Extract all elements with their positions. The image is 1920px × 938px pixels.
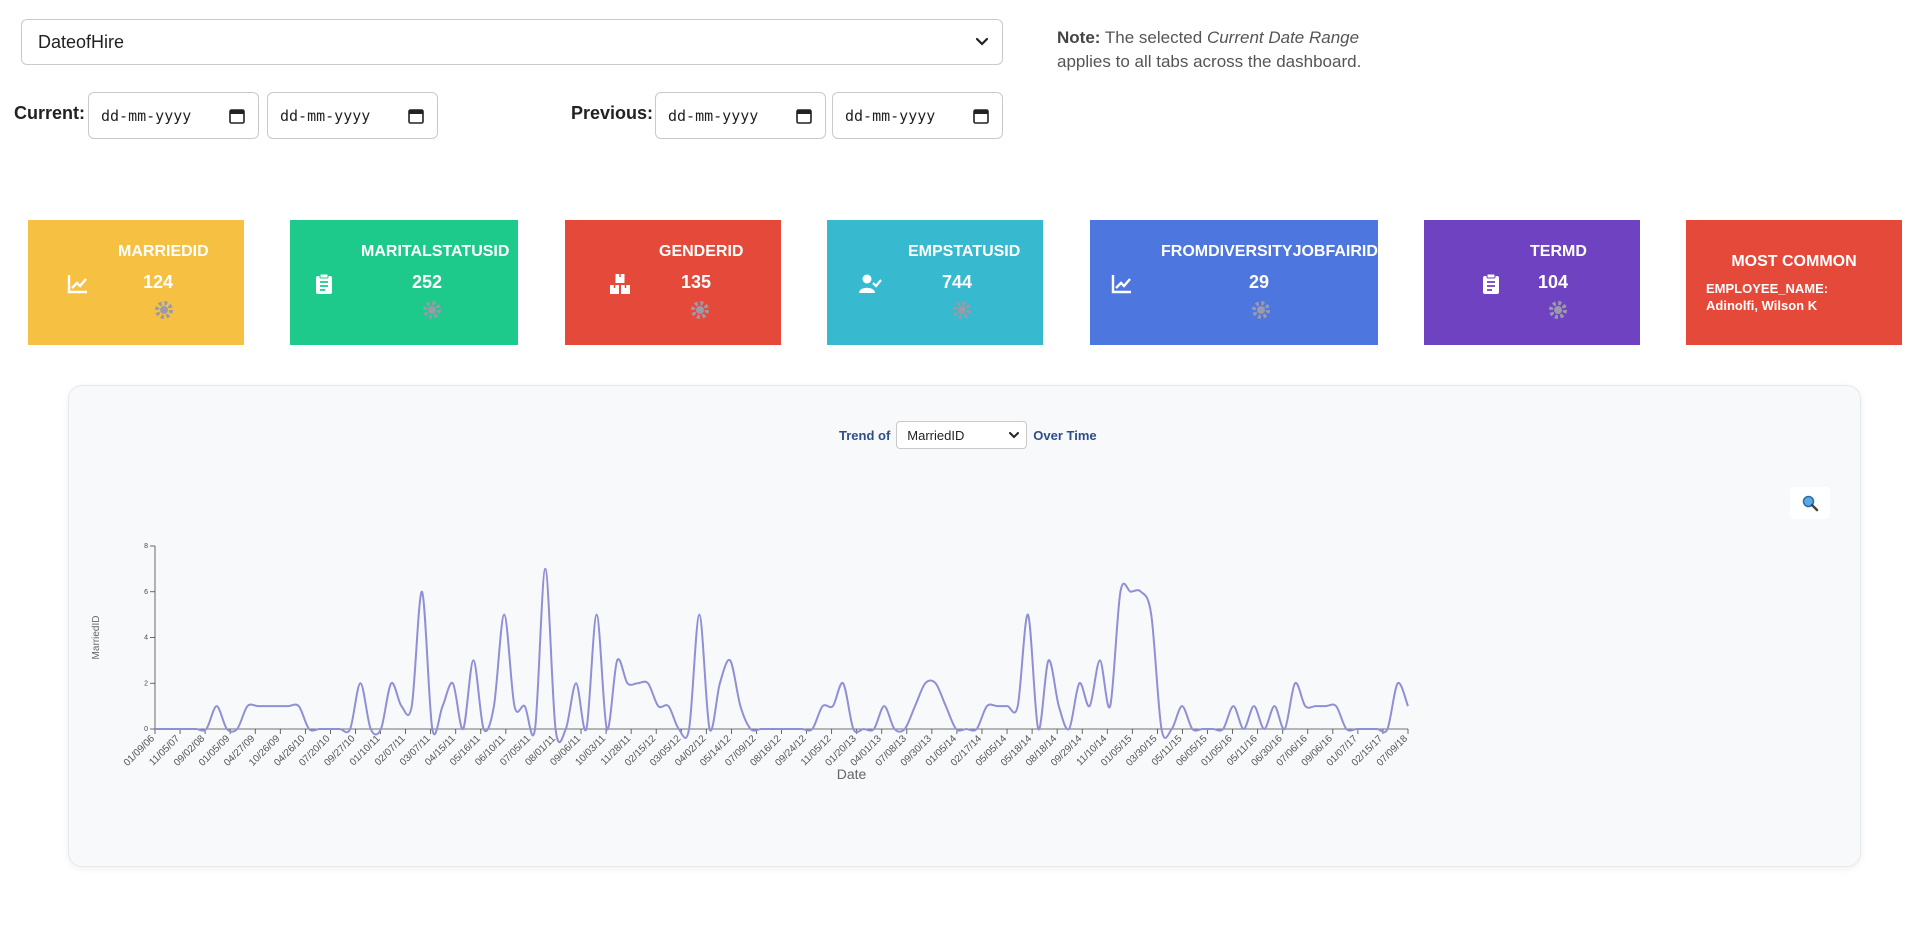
card-marriedid[interactable]: MARRIEDID 124 bbox=[28, 220, 244, 345]
column-select-value: DateofHire bbox=[38, 31, 125, 52]
dashboard-note: Note: The selected Current Date Range ap… bbox=[1057, 26, 1417, 74]
card-most-common[interactable]: MOST COMMON EMPLOYEE_NAME: Adinolfi, Wil… bbox=[1686, 220, 1902, 345]
card-value: 29 bbox=[1249, 272, 1270, 292]
gear-icon bbox=[953, 301, 971, 319]
previous-end-date[interactable]: dd-mm-yyyy bbox=[832, 92, 1003, 139]
previous-end-placeholder: dd-mm-yyyy bbox=[845, 106, 936, 125]
calendar-icon[interactable] bbox=[228, 107, 246, 125]
current-end-date[interactable]: dd-mm-yyyy bbox=[267, 92, 438, 139]
card-fromdiversityjobfairid[interactable]: FROMDIVERSITYJOBFAIRID 29 bbox=[1090, 220, 1378, 345]
card-title: MARRIEDID bbox=[118, 243, 209, 260]
calendar-icon[interactable] bbox=[972, 107, 990, 125]
note-text-2: applies to all tabs across the dashboard… bbox=[1057, 52, 1362, 71]
gear-icon bbox=[1252, 301, 1270, 319]
card-title: TERMD bbox=[1530, 243, 1587, 260]
note-label: Note: bbox=[1057, 28, 1101, 47]
card-value: 135 bbox=[681, 272, 712, 292]
calendar-icon[interactable] bbox=[407, 107, 425, 125]
gear-icon bbox=[1549, 301, 1567, 319]
gear-icon bbox=[155, 301, 173, 319]
card-value: 744 bbox=[942, 272, 973, 292]
y-tick-label: 8 bbox=[144, 543, 148, 550]
card-title: MARITALSTATUSID bbox=[361, 243, 510, 260]
calendar-icon[interactable] bbox=[795, 107, 813, 125]
card-genderid[interactable]: GENDERID 135 bbox=[565, 220, 781, 345]
clipboard-icon bbox=[316, 273, 332, 294]
column-select[interactable]: DateofHire bbox=[21, 19, 1003, 65]
chart-line-icon bbox=[67, 275, 87, 294]
gear-icon bbox=[423, 301, 441, 319]
card-title: GENDERID bbox=[659, 243, 744, 260]
most-common-label: EMPLOYEE_NAME: bbox=[1706, 281, 1829, 296]
current-end-placeholder: dd-mm-yyyy bbox=[280, 106, 371, 125]
x-axis-label: Date bbox=[837, 766, 867, 782]
card-value: 252 bbox=[412, 272, 443, 292]
card-maritalstatusid[interactable]: MARITALSTATUSID 252 bbox=[290, 220, 518, 345]
previous-start-placeholder: dd-mm-yyyy bbox=[668, 106, 759, 125]
y-tick-label: 6 bbox=[144, 589, 148, 596]
card-empstatusid[interactable]: EMPSTATUSID 744 bbox=[827, 220, 1043, 345]
y-tick-label: 4 bbox=[144, 635, 148, 642]
series-line bbox=[155, 567, 1409, 744]
note-italic: Current Date Range bbox=[1206, 28, 1360, 47]
most-common-value: Adinolfi, Wilson K bbox=[1706, 298, 1818, 313]
card-title: FROMDIVERSITYJOBFAIRID bbox=[1161, 243, 1378, 260]
y-tick-label: 0 bbox=[144, 726, 148, 733]
current-label: Current: bbox=[14, 103, 85, 123]
card-value: 104 bbox=[1538, 272, 1569, 292]
previous-start-date[interactable]: dd-mm-yyyy bbox=[655, 92, 826, 139]
clipboard-icon bbox=[1483, 273, 1499, 294]
trend-chart: 0246801/09/0611/05/0709/02/0801/05/0904/… bbox=[91, 543, 1410, 782]
note-text-1: The selected bbox=[1100, 28, 1207, 47]
current-start-placeholder: dd-mm-yyyy bbox=[101, 106, 192, 125]
card-termd[interactable]: TERMD 104 bbox=[1424, 220, 1640, 345]
card-title: EMPSTATUSID bbox=[908, 243, 1021, 260]
boxes-icon bbox=[610, 274, 630, 294]
y-tick-label: 2 bbox=[144, 680, 148, 687]
chart-panel: Trend of MarriedID Over Time 0 2 4 6 8 01/09/… bbox=[68, 385, 1861, 867]
current-start-date[interactable]: dd-mm-yyyy bbox=[88, 92, 259, 139]
y-axis-label: MarriedID bbox=[91, 616, 102, 660]
chevron-down-icon bbox=[975, 37, 989, 46]
previous-label: Previous: bbox=[571, 103, 654, 123]
chart-line-icon bbox=[1111, 275, 1131, 294]
card-value: 124 bbox=[143, 272, 174, 292]
card-title: MOST COMMON bbox=[1731, 253, 1857, 270]
gear-icon bbox=[691, 301, 709, 319]
user-check-icon bbox=[859, 274, 882, 293]
